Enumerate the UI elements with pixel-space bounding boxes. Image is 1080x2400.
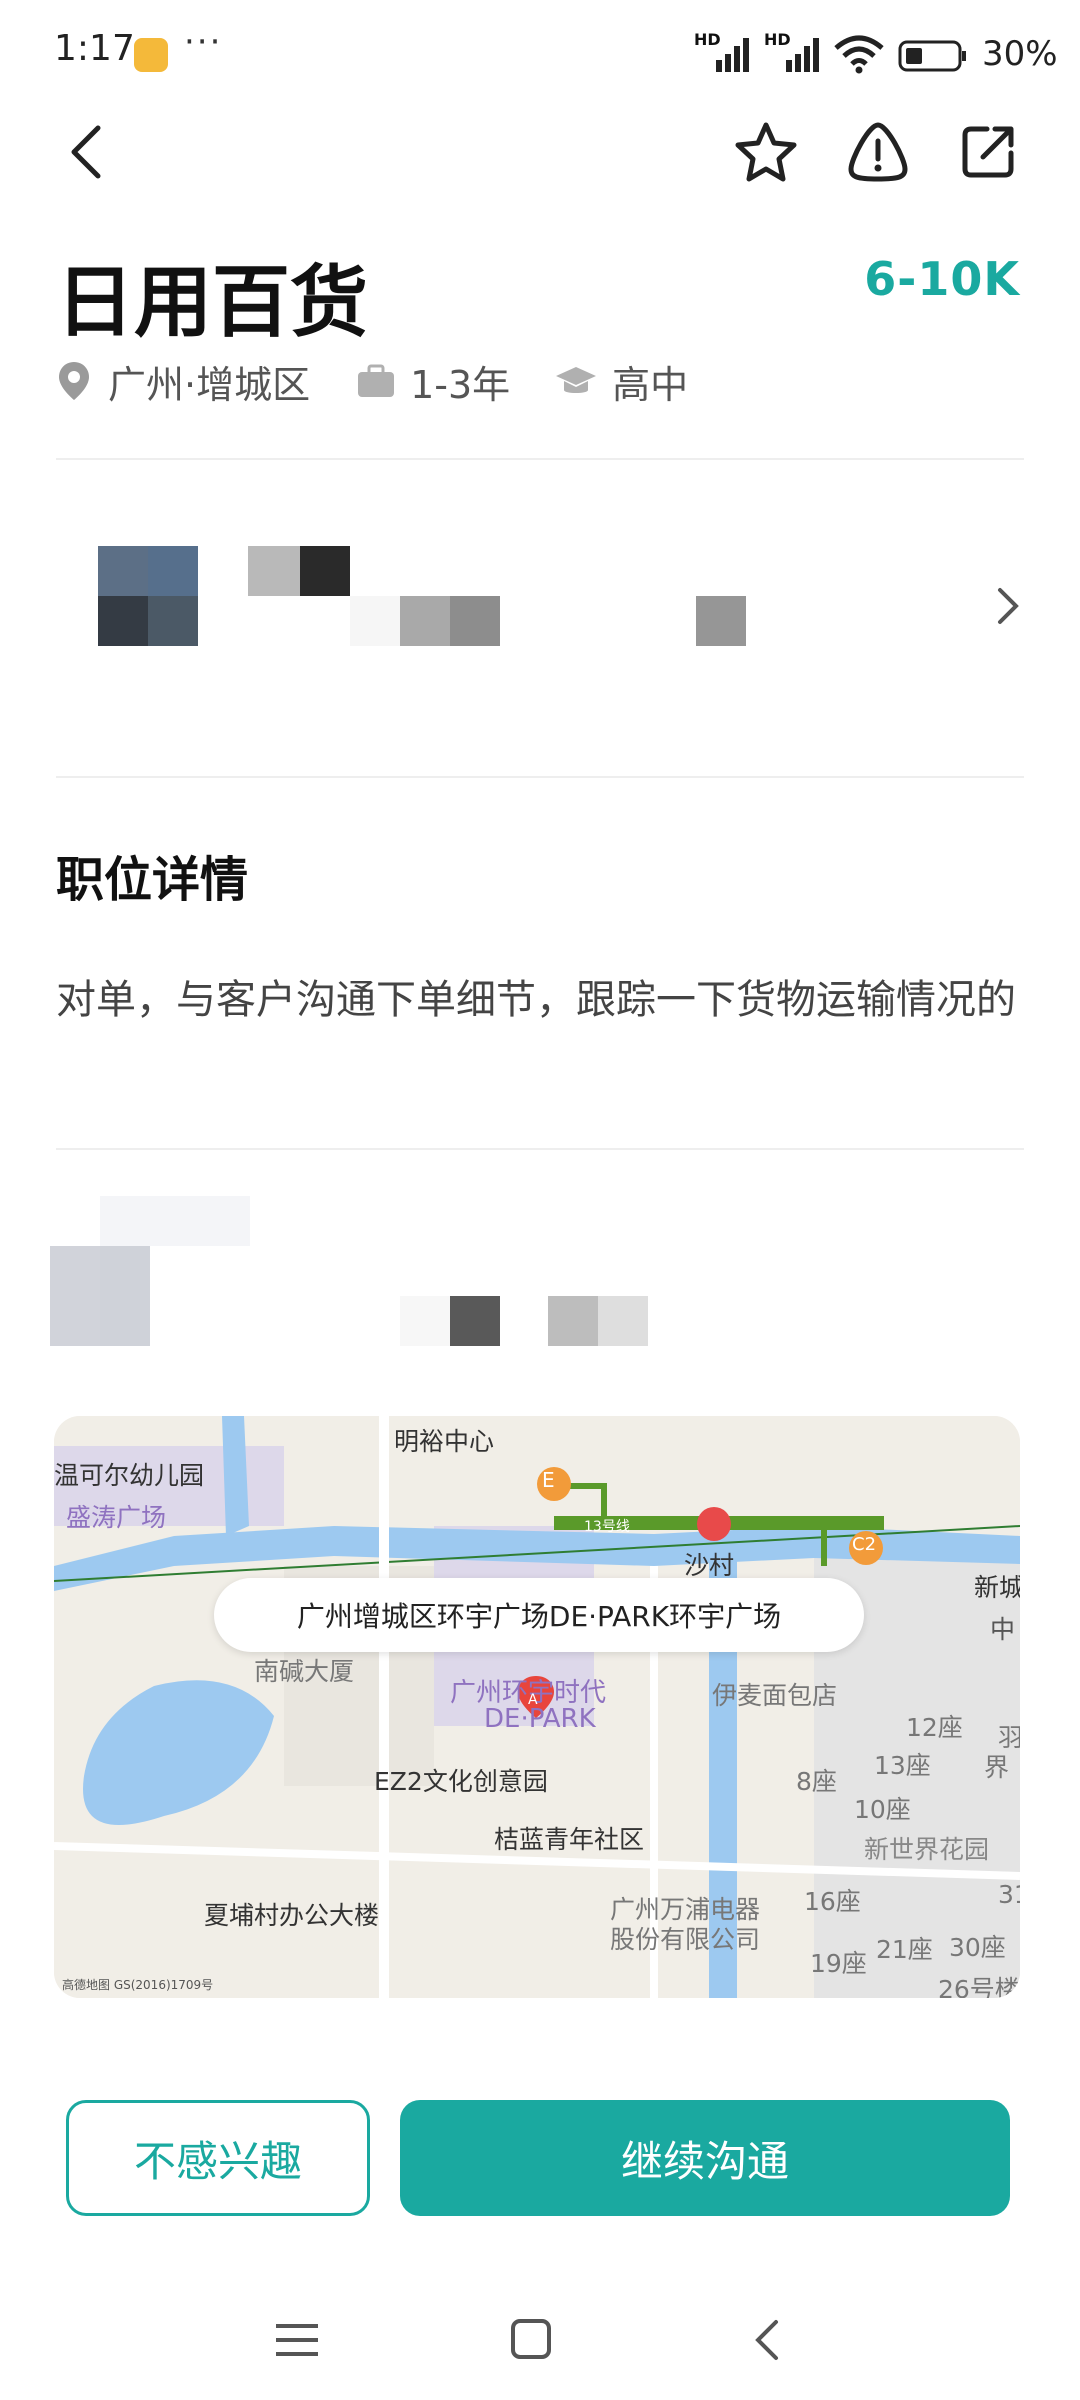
redacted-block — [400, 1296, 450, 1346]
star-icon — [735, 122, 797, 182]
map-label: EZ2文化创意园 — [374, 1767, 548, 1796]
map-label: 26号楼 — [938, 1975, 1020, 1998]
map-label: 桔蓝青年社区 — [494, 1825, 645, 1854]
job-description: 对单，与客户沟通下单细节，跟踪一下货物运输情况的 — [56, 977, 1016, 1023]
map-label: 新城 — [974, 1573, 1020, 1602]
map-label: 明裕中心 — [394, 1427, 495, 1456]
home-icon[interactable] — [510, 2318, 552, 2360]
divider — [56, 1148, 1024, 1150]
back-button[interactable] — [46, 112, 126, 192]
map-label: 8座 — [796, 1767, 837, 1796]
job-education: 高中 — [612, 362, 689, 407]
favorite-button[interactable] — [726, 112, 806, 192]
notification-app-icon — [134, 38, 168, 72]
back-icon — [71, 125, 101, 179]
map-label: 16座 — [804, 1887, 861, 1916]
battery-icon — [898, 40, 966, 72]
company-logo — [98, 546, 198, 646]
back-nav-icon[interactable] — [752, 2318, 782, 2362]
section-heading: 职位详情 — [56, 852, 249, 908]
map-label: E — [542, 1468, 555, 1492]
map-label: 13座 — [874, 1751, 931, 1780]
map-label: 界 — [984, 1753, 1010, 1782]
location-map[interactable]: 明裕中心 温可尔幼儿园 盛涛广场 沙村 E C2 13号线 新城 中 南碱大厦 … — [54, 1416, 1020, 1998]
map-label: 伊麦面包店 — [712, 1681, 838, 1710]
redacted-block — [548, 1296, 598, 1346]
company-card[interactable] — [56, 500, 1024, 750]
map-label: 19座 — [810, 1949, 867, 1978]
status-bar: 1:17 ··· HD HD 30% — [0, 0, 1080, 110]
map-label: 南碱大厦 — [254, 1657, 355, 1686]
redacted-block — [400, 596, 450, 646]
map-label: 中 — [990, 1615, 1016, 1644]
job-title: 日用百货 — [56, 258, 369, 348]
map-marker-label: A — [528, 1692, 538, 1708]
location-pin-icon — [59, 362, 89, 400]
divider — [56, 776, 1024, 778]
map-label: 沙村 — [684, 1551, 735, 1580]
map-copyright: 高德地图 GS(2016)1709号 — [62, 1978, 214, 1992]
system-nav-bar — [0, 2280, 1080, 2400]
divider — [56, 458, 1024, 460]
redacted-block — [350, 596, 400, 646]
menu-icon[interactable] — [276, 2322, 318, 2358]
redacted-block — [450, 596, 500, 646]
status-more: ··· — [184, 22, 223, 62]
map-label: 10座 — [854, 1795, 911, 1824]
job-meta: 广州·增城区 1-3年 高中 — [56, 356, 689, 407]
map-label: 12座 — [906, 1713, 963, 1742]
warning-icon — [848, 122, 908, 182]
job-location: 广州·增城区 — [108, 362, 311, 407]
recruiter-card[interactable] — [50, 1196, 1030, 1346]
map-label: 21座 — [876, 1935, 933, 1964]
recruiter-avatar — [50, 1246, 100, 1346]
redacted-block — [450, 1296, 500, 1346]
not-interested-button[interactable]: 不感兴趣 — [66, 2100, 370, 2216]
map-label: 30座 — [949, 1933, 1006, 1962]
redacted-block — [100, 1196, 250, 1246]
signal-group: HD HD 30% — [694, 30, 1058, 74]
map-label: 新世界花园 — [864, 1835, 990, 1864]
signal-icon: HD — [764, 30, 820, 74]
continue-chat-button[interactable]: 继续沟通 — [400, 2100, 1010, 2216]
chevron-right-icon — [998, 588, 1019, 624]
redacted-block — [598, 1296, 648, 1346]
map-label: 夏埔村办公大楼 — [204, 1901, 380, 1930]
map-label: 股份有限公司 — [610, 1925, 761, 1954]
redacted-block — [300, 546, 350, 596]
recruiter-avatar — [100, 1246, 150, 1346]
map-label: C2 — [852, 1534, 877, 1555]
salary: 6-10K — [864, 252, 1020, 306]
signal-icon: HD — [694, 30, 750, 74]
map-label: 盛涛广场 — [66, 1503, 167, 1532]
graduation-cap-icon — [556, 367, 597, 393]
wifi-icon — [834, 35, 884, 74]
share-icon — [962, 126, 1014, 178]
map-label: 31 — [998, 1880, 1020, 1909]
redacted-block — [248, 546, 300, 596]
report-button[interactable] — [838, 112, 918, 192]
battery-level: 30% — [982, 34, 1058, 74]
status-time: 1:17 — [54, 28, 135, 69]
job-experience: 1-3年 — [410, 362, 511, 407]
briefcase-icon — [358, 364, 395, 397]
share-button[interactable] — [948, 112, 1028, 192]
map-label: DE·PARK — [484, 1704, 596, 1734]
redacted-block — [696, 596, 746, 646]
map-label: 13号线 — [584, 1519, 630, 1535]
map-address-bubble: 广州增城区环宇广场DE·PARK环宇广场 — [214, 1578, 864, 1652]
map-label: 温可尔幼儿园 — [54, 1461, 205, 1490]
